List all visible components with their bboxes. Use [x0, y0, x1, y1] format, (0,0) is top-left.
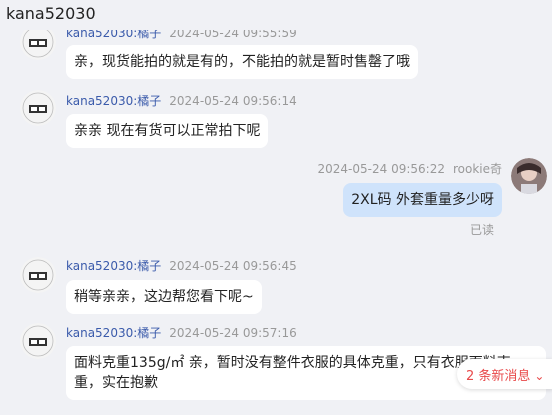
avatar[interactable] — [20, 257, 56, 293]
message-bubble: 亲，现货能拍的就是有的，不能拍的就是暂时售罄了哦 — [66, 45, 418, 79]
chevron-down-icon: ⌄ — [534, 369, 545, 383]
new-messages-button[interactable]: 2 条新消息 ⌄ — [457, 359, 552, 389]
sender-name[interactable]: kana52030:橘子 — [66, 94, 161, 108]
sender-name[interactable]: kana52030:橘子 — [66, 326, 161, 340]
message-meta: 2024-05-24 09:56:22 rookie奇 — [318, 160, 502, 177]
read-status: 已读 — [469, 223, 494, 237]
message-meta: kana52030:橘子 2024-05-24 09:56:45 — [66, 257, 297, 274]
avatar[interactable] — [20, 90, 56, 126]
message-time: 2024-05-24 09:56:22 — [317, 162, 445, 176]
message-bubble: 2XL码 外套重量多少呀 — [343, 183, 502, 217]
chat-header: kana52030 — [0, 0, 552, 30]
avatar[interactable] — [20, 323, 56, 359]
message-time: 2024-05-24 09:56:45 — [169, 259, 297, 273]
message-bubble: 亲亲 现在有货可以正常拍下呢 — [66, 114, 269, 148]
message-meta: kana52030:橘子 2024-05-24 09:57:16 — [66, 324, 297, 341]
sender-name[interactable]: rookie奇 — [453, 162, 502, 176]
chat-area: kana52030:橘子 2024-05-24 09:55:59 亲，现货能拍的就… — [0, 0, 552, 415]
message-time: 2024-05-24 09:56:14 — [169, 94, 297, 108]
sender-name[interactable]: kana52030:橘子 — [66, 259, 161, 273]
message-meta: kana52030:橘子 2024-05-24 09:56:14 — [66, 92, 297, 109]
message-bubble: 稍等亲亲，这边帮您看下呢~ — [66, 280, 262, 314]
avatar[interactable] — [511, 158, 547, 194]
message-time: 2024-05-24 09:57:16 — [169, 326, 297, 340]
new-messages-label: 2 条新消息 — [466, 369, 531, 384]
chat-title: kana52030 — [6, 4, 96, 23]
